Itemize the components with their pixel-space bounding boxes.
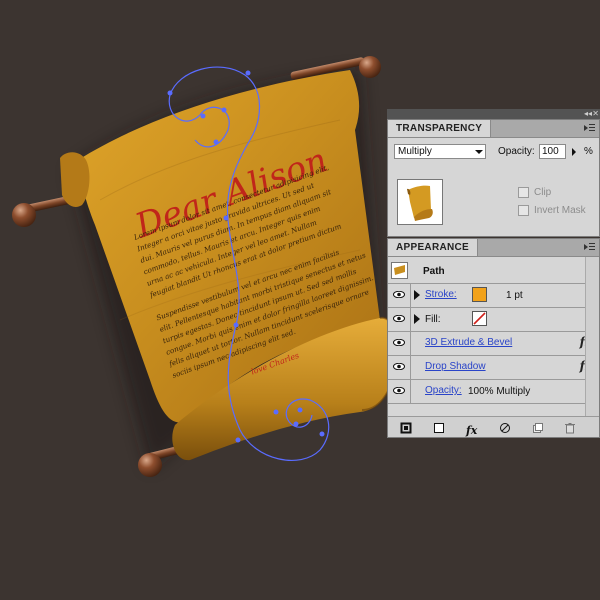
appearance-panel: APPEARANCE Path Stroke: 1 pt Fill: 3D Ex… <box>387 238 600 438</box>
appearance-scrollbar[interactable] <box>585 257 599 417</box>
opacity-slider-arrow-icon[interactable] <box>567 144 580 159</box>
fill-label: Fill: <box>425 314 441 325</box>
left-knob <box>12 203 36 227</box>
top-knob <box>359 56 381 78</box>
object-thumbnail[interactable] <box>397 179 443 225</box>
canvas[interactable]: Dear Alison Lorem ipsum dolor sit amet, … <box>0 0 600 600</box>
eye-icon[interactable] <box>388 379 411 403</box>
close-icon[interactable]: ✕ <box>592 109 599 119</box>
appearance-row-fill[interactable]: Fill: <box>388 307 599 332</box>
clip-checkbox[interactable] <box>518 187 529 198</box>
transparency-tab-row: TRANSPARENCY <box>388 120 599 138</box>
scroll-thumbnail-icon <box>407 185 433 221</box>
blend-mode-value: Multiply <box>398 146 432 157</box>
eye-icon[interactable] <box>388 307 411 331</box>
effect-drop-shadow-link[interactable]: Drop Shadow <box>425 361 486 372</box>
tab-appearance[interactable]: APPEARANCE <box>388 239 479 256</box>
appearance-row-effect-3d[interactable]: 3D Extrude & Bevel fx <box>388 331 599 356</box>
opacity-input[interactable]: 100 <box>539 144 566 159</box>
blend-mode-select[interactable]: Multiply <box>394 144 486 159</box>
panel-dock-header[interactable]: ◂◂ ✕ <box>387 109 600 119</box>
object-type: Path <box>423 266 445 277</box>
path-thumbnail-icon <box>391 262 408 279</box>
chevron-down-icon[interactable] <box>473 146 484 157</box>
panel-menu-icon[interactable] <box>584 242 595 252</box>
fx-icon[interactable]: fx <box>466 421 482 437</box>
effect-3d-extrude-link[interactable]: 3D Extrude & Bevel <box>425 337 512 348</box>
new-stroke-icon[interactable] <box>400 421 412 434</box>
appearance-row-stroke[interactable]: Stroke: 1 pt <box>388 283 599 308</box>
appearance-tab-row: APPEARANCE <box>388 239 599 257</box>
appearance-row-effect-shadow[interactable]: Drop Shadow fx <box>388 355 599 380</box>
trash-icon[interactable] <box>564 421 576 434</box>
tab-transparency[interactable]: TRANSPARENCY <box>388 120 492 137</box>
clip-label: Clip <box>534 187 552 198</box>
stroke-weight[interactable]: 1 pt <box>506 290 523 301</box>
expand-stroke-icon[interactable] <box>414 290 420 300</box>
top-roll-edge <box>60 152 90 207</box>
opacity-value: 100% Multiply <box>468 386 531 397</box>
appearance-toolbar: fx <box>388 416 599 437</box>
opacity-label: Opacity: <box>498 146 535 157</box>
stroke-color-swatch[interactable] <box>472 287 487 302</box>
eye-icon[interactable] <box>388 331 411 355</box>
eye-icon[interactable] <box>388 283 411 307</box>
invert-mask-label: Invert Mask <box>534 205 586 216</box>
transparency-panel: TRANSPARENCY Multiply Opacity: 100 % Cli… <box>387 119 600 237</box>
clear-appearance-icon[interactable] <box>499 421 511 433</box>
duplicate-item-icon[interactable] <box>532 421 544 433</box>
new-fill-icon[interactable] <box>433 421 445 433</box>
appearance-row-opacity[interactable]: Opacity: 100% Multiply <box>388 379 599 404</box>
invert-mask-checkbox[interactable] <box>518 205 529 216</box>
bottom-knob <box>138 453 162 477</box>
eye-icon[interactable] <box>388 355 411 379</box>
stroke-link[interactable]: Stroke: <box>425 289 457 300</box>
opacity-percent: % <box>584 146 593 157</box>
panel-menu-icon[interactable] <box>584 123 595 133</box>
expand-fill-icon[interactable] <box>414 314 420 324</box>
collapse-icon[interactable]: ◂◂ <box>584 109 592 119</box>
fill-none-swatch[interactable] <box>472 311 487 326</box>
appearance-row-path[interactable]: Path <box>388 259 599 284</box>
opacity-link[interactable]: Opacity: <box>425 385 462 396</box>
